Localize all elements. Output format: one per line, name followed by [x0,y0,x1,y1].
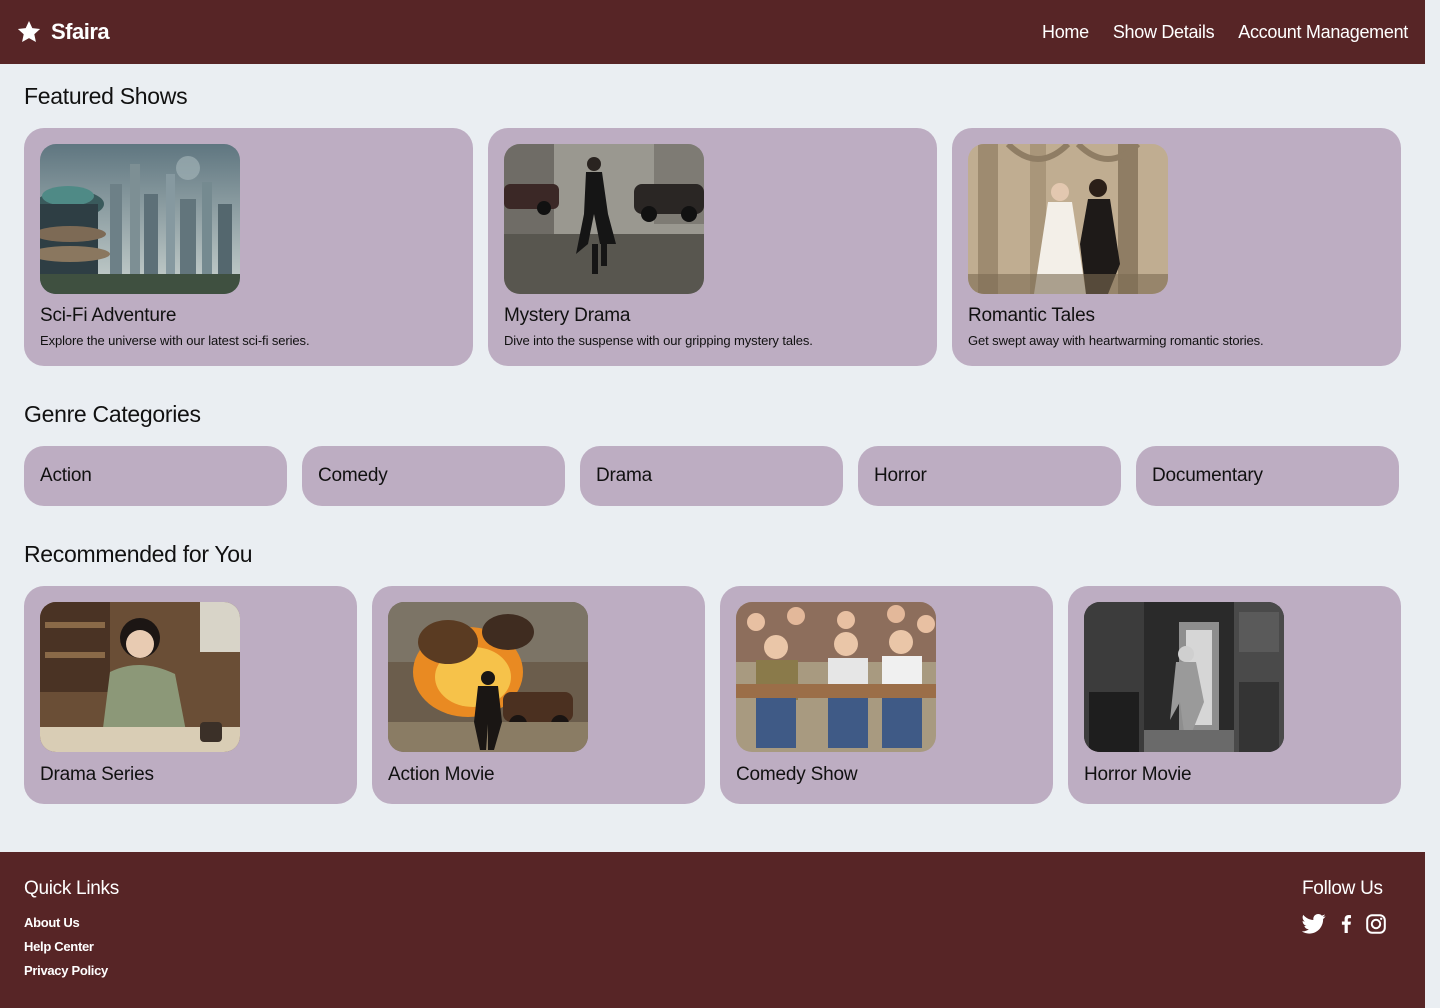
quick-links-list: About Us Help Center Privacy Policy [24,914,119,986]
featured-shows-list: Sci-Fi Adventure Explore the universe wi… [24,128,1401,366]
featured-shows-heading: Featured Shows [24,83,188,109]
genre-documentary-button[interactable]: Documentary [1136,446,1399,506]
show-description: Get swept away with heartwarming romanti… [968,333,1264,348]
recommended-card[interactable]: Comedy Show [720,586,1053,804]
burning-car-image [388,602,588,752]
genre-categories-list: Action Comedy Drama Horror Documentary [24,446,1401,506]
recommended-heading: Recommended for You [24,541,253,567]
help-center-link[interactable]: Help Center [24,939,94,954]
cartoon-crowd-image [736,602,936,752]
main-content: Featured Shows Sci-Fi Adventure Explore … [0,84,1425,804]
show-title: Romantic Tales [968,305,1095,326]
recommended-list: Drama Series Action Movie Comedy Show Ho… [24,586,1401,804]
featured-show-card[interactable]: Mystery Drama Dive into the suspense wit… [488,128,937,366]
girl-writing-image [40,602,240,752]
genre-horror-button[interactable]: Horror [858,446,1121,506]
quick-links-heading: Quick Links [24,878,119,899]
quick-links-section: Quick Links About Us Help Center Privacy… [24,878,119,1008]
genre-action-button[interactable]: Action [24,446,287,506]
follow-us-heading: Follow Us [1302,878,1383,899]
show-title: Comedy Show [736,764,858,785]
privacy-policy-link[interactable]: Privacy Policy [24,963,108,978]
featured-show-card[interactable]: Sci-Fi Adventure Explore the universe wi… [24,128,473,366]
man-walking-street-image [504,144,704,294]
genre-categories-heading: Genre Categories [24,401,201,427]
show-title: Mystery Drama [504,305,631,326]
top-navigation-bar: Sfaira Home Show Details Account Managem… [0,0,1425,64]
twitter-icon[interactable] [1302,914,1326,934]
recommended-card[interactable]: Horror Movie [1068,586,1401,804]
quick-link-item: Help Center [24,938,119,962]
recommended-card[interactable]: Drama Series [24,586,357,804]
show-description: Explore the universe with our latest sci… [40,333,310,348]
wedding-couple-image [968,144,1168,294]
brand[interactable]: Sfaira [16,19,110,45]
quick-link-item: About Us [24,914,119,938]
nav-account-management-link[interactable]: Account Management [1238,22,1408,43]
genre-drama-button[interactable]: Drama [580,446,843,506]
show-title: Action Movie [388,764,495,785]
nav-show-details-link[interactable]: Show Details [1113,22,1215,43]
show-title: Horror Movie [1084,764,1192,785]
facebook-icon[interactable] [1340,915,1352,933]
dark-hallway-image [1084,602,1284,752]
site-footer: Quick Links About Us Help Center Privacy… [0,852,1425,1008]
quick-link-item: Privacy Policy [24,962,119,986]
show-title: Drama Series [40,764,154,785]
main-nav: Home Show Details Account Management [1042,22,1408,43]
nav-home-link[interactable]: Home [1042,22,1089,43]
follow-us-section: Follow Us [1302,878,1401,1008]
show-title: Sci-Fi Adventure [40,305,177,326]
brand-name: Sfaira [51,19,110,44]
instagram-icon[interactable] [1366,914,1386,934]
social-links [1302,914,1386,934]
recommended-card[interactable]: Action Movie [372,586,705,804]
featured-show-card[interactable]: Romantic Tales Get swept away with heart… [952,128,1401,366]
futuristic-city-image [40,144,240,294]
show-description: Dive into the suspense with our gripping… [504,333,813,348]
star-icon [16,19,42,45]
about-us-link[interactable]: About Us [24,915,80,930]
genre-comedy-button[interactable]: Comedy [302,446,565,506]
